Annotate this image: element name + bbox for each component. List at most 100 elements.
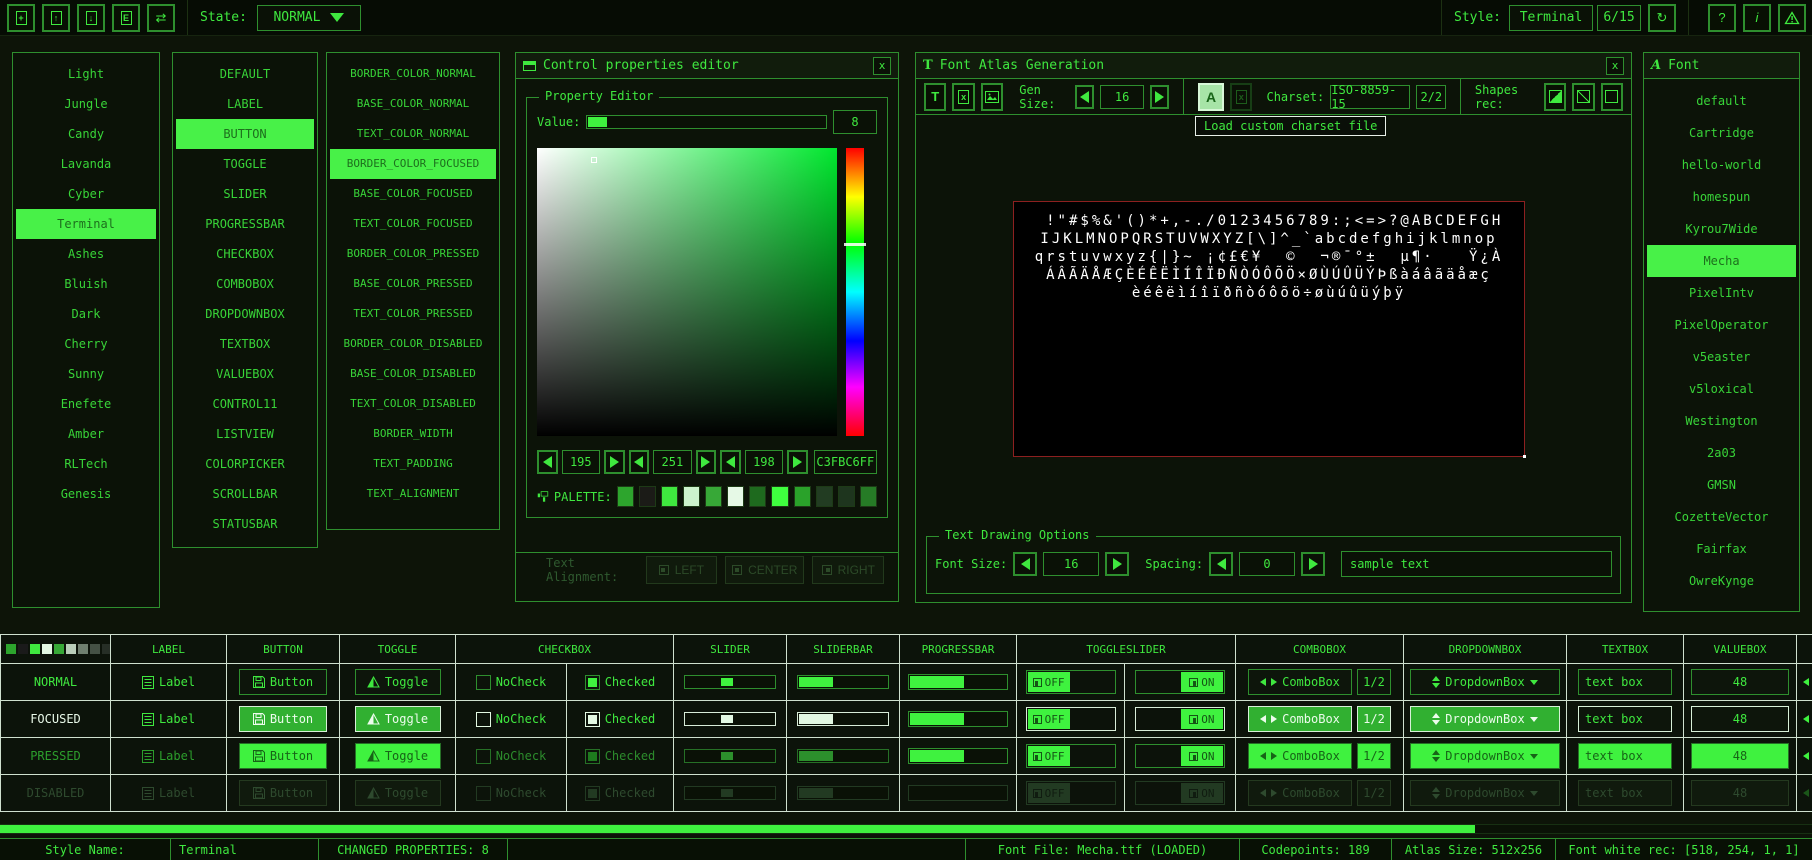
font-list-item[interactable]: GMSN xyxy=(1647,469,1796,501)
toggle-widget[interactable]: Toggle xyxy=(340,701,455,737)
checkbox-widget[interactable]: NoCheck xyxy=(456,738,566,774)
export-style-button[interactable]: E xyxy=(112,4,140,32)
style-list-item[interactable]: Candy xyxy=(16,119,156,149)
property-list-item[interactable]: TEXT_COLOR_FOCUSED xyxy=(330,209,496,239)
property-list-item[interactable]: BORDER_COLOR_DISABLED xyxy=(330,329,496,359)
red-increase-button[interactable] xyxy=(604,450,625,474)
palette-swatch[interactable] xyxy=(617,486,634,507)
control-list-item[interactable]: SLIDER xyxy=(176,179,314,209)
font-list-item[interactable]: 2a03 xyxy=(1647,437,1796,469)
close-icon[interactable]: x xyxy=(873,57,891,75)
green-increase-button[interactable] xyxy=(696,450,717,474)
font-atlas-preview[interactable]: !"#$%&'()*+,-./0123456789:;<=>?@ABCDEFGH… xyxy=(1013,201,1525,457)
style-list-item-selected[interactable]: Terminal xyxy=(16,209,156,239)
control-list-item[interactable]: COLORPICKER xyxy=(176,449,314,479)
checkbox-widget[interactable]: Checked xyxy=(567,738,673,774)
control-list-item[interactable]: PROGRESSBAR xyxy=(176,209,314,239)
property-list-item[interactable]: TEXT_COLOR_PRESSED xyxy=(330,299,496,329)
dropdownbox-widget[interactable]: DropdownBox xyxy=(1404,738,1566,774)
font-list-item[interactable]: PixelIntv xyxy=(1647,277,1796,309)
toggleslider-widget[interactable]: ON xyxy=(1125,738,1235,774)
font-text-button[interactable]: T xyxy=(924,83,946,111)
palette-swatch[interactable] xyxy=(683,486,700,507)
button-widget[interactable]: Button xyxy=(227,738,339,774)
style-list-item[interactable]: Enefete xyxy=(16,389,156,419)
font-list-item[interactable]: v5loxical xyxy=(1647,373,1796,405)
property-list-item[interactable]: BASE_COLOR_FOCUSED xyxy=(330,179,496,209)
palette-swatch[interactable] xyxy=(705,486,722,507)
blue-decrease-button[interactable] xyxy=(720,450,741,474)
green-decrease-button[interactable] xyxy=(629,450,650,474)
issue-report-button[interactable] xyxy=(1778,4,1806,32)
font-size-increase[interactable] xyxy=(1105,552,1129,576)
font-atlas-titlebar[interactable]: T Font Atlas Generation x xyxy=(916,53,1631,79)
blue-value-box[interactable]: 198 xyxy=(745,450,783,474)
palette-swatch[interactable] xyxy=(749,486,766,507)
checkbox-widget[interactable]: NoCheck xyxy=(456,664,566,700)
reload-style-button[interactable]: ↻ xyxy=(1648,4,1676,32)
property-list-item[interactable]: BORDER_COLOR_PRESSED xyxy=(330,239,496,269)
align-left-button[interactable]: LEFT xyxy=(646,556,718,584)
control-list-item[interactable]: TEXTBOX xyxy=(176,329,314,359)
sliderbar-widget[interactable] xyxy=(787,775,899,811)
style-list-item[interactable]: Bluish xyxy=(16,269,156,299)
slider-widget[interactable] xyxy=(674,701,786,737)
charset-pages-box[interactable]: 2/2 xyxy=(1416,85,1446,109)
slider-widget[interactable] xyxy=(674,738,786,774)
value-box[interactable]: 8 xyxy=(833,110,877,134)
font-list-item[interactable]: CozetteVector xyxy=(1647,501,1796,533)
gen-size-decrease[interactable] xyxy=(1075,85,1094,109)
red-value-box[interactable]: 195 xyxy=(562,450,600,474)
control-list-item[interactable]: LABEL xyxy=(176,89,314,119)
new-style-button[interactable]: + xyxy=(7,4,35,32)
unload-font-button[interactable]: x xyxy=(952,83,974,111)
value-slider[interactable] xyxy=(586,115,827,129)
export-atlas-image-button[interactable] xyxy=(981,83,1003,111)
hex-value-box[interactable]: C3FBC6FF xyxy=(814,450,877,474)
random-style-button[interactable]: ⇄ xyxy=(147,4,175,32)
font-list-item[interactable]: PixelOperator xyxy=(1647,309,1796,341)
checkbox-widget[interactable]: Checked xyxy=(567,664,673,700)
dropdownbox-widget[interactable]: DropdownBox xyxy=(1404,701,1566,737)
control-list-item[interactable]: COMBOBOX xyxy=(176,269,314,299)
slider-widget[interactable] xyxy=(674,664,786,700)
valuebox-widget[interactable]: 48 xyxy=(1684,701,1796,737)
spacing-increase[interactable] xyxy=(1301,552,1325,576)
style-list-item[interactable]: Cyber xyxy=(16,179,156,209)
save-style-button[interactable]: ↓ xyxy=(77,4,105,32)
textbox-widget[interactable]: text box xyxy=(1567,664,1683,700)
sliderbar-widget[interactable] xyxy=(787,664,899,700)
gen-size-increase[interactable] xyxy=(1150,85,1169,109)
control-list-item[interactable]: VALUEBOX xyxy=(176,359,314,389)
toggleslider-widget[interactable]: ON xyxy=(1125,701,1235,737)
valuebox-widget[interactable]: 48 xyxy=(1684,738,1796,774)
font-list-item[interactable]: OwreKynge xyxy=(1647,565,1796,597)
checkbox-widget[interactable]: NoCheck xyxy=(456,775,566,811)
shapes-rec-half-button[interactable] xyxy=(1544,83,1566,111)
blue-increase-button[interactable] xyxy=(787,450,808,474)
property-list-item[interactable]: BORDER_COLOR_NORMAL xyxy=(330,59,496,89)
property-list-item[interactable]: BASE_COLOR_NORMAL xyxy=(330,89,496,119)
red-decrease-button[interactable] xyxy=(537,450,558,474)
checkbox-widget[interactable]: NoCheck xyxy=(456,701,566,737)
toggleslider-widget[interactable]: ON xyxy=(1125,775,1235,811)
font-list-item[interactable]: Fairfax xyxy=(1647,533,1796,565)
style-list-item[interactable]: Genesis xyxy=(16,479,156,509)
palette-swatch[interactable] xyxy=(816,486,833,507)
align-right-button[interactable]: RIGHT xyxy=(812,556,884,584)
green-value-box[interactable]: 251 xyxy=(653,450,691,474)
toggleslider-widget[interactable]: OFF xyxy=(1017,775,1124,811)
style-list-item[interactable]: Dark xyxy=(16,299,156,329)
toggleslider-widget[interactable]: ON xyxy=(1125,664,1235,700)
spacing-decrease[interactable] xyxy=(1209,552,1233,576)
control-list-item[interactable]: STATUSBAR xyxy=(176,509,314,539)
unload-charset-button[interactable]: x xyxy=(1230,83,1252,111)
palette-swatch[interactable] xyxy=(860,486,877,507)
valuebox-widget[interactable]: 48 xyxy=(1684,664,1796,700)
font-list-item[interactable]: Kyrou7Wide xyxy=(1647,213,1796,245)
dropdownbox-widget[interactable]: DropdownBox xyxy=(1404,775,1566,811)
button-widget[interactable]: Button xyxy=(227,664,339,700)
property-list-item[interactable]: BASE_COLOR_PRESSED xyxy=(330,269,496,299)
color-panel-cursor[interactable] xyxy=(591,157,597,163)
style-list-item[interactable]: RLTech xyxy=(16,449,156,479)
